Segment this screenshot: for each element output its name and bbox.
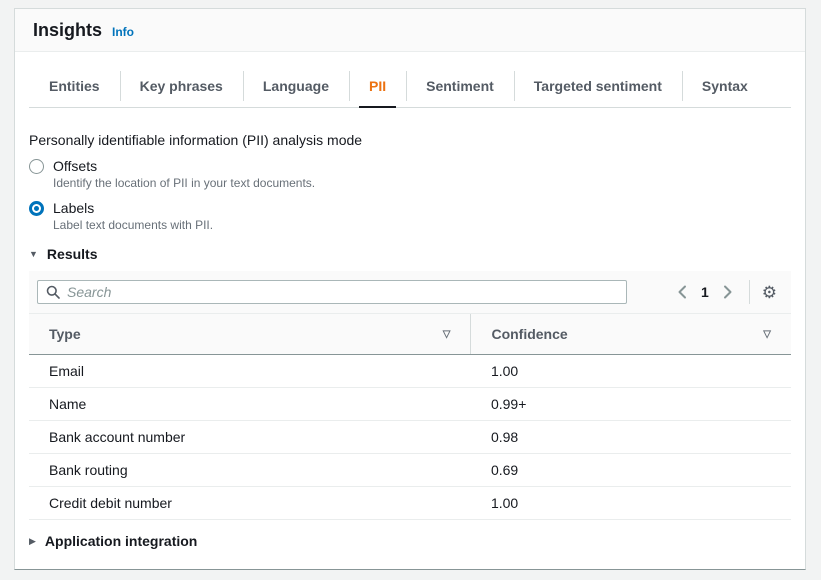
pagination: 1 [671,281,739,303]
cell-type: Bank routing [29,454,471,487]
application-integration-title: Application integration [45,533,197,549]
tab-pii[interactable]: PII [349,65,406,107]
search-input[interactable] [67,284,618,300]
column-confidence-label: Confidence [491,326,567,342]
cell-confidence: 1.00 [471,355,791,388]
results-panel: 1 ⚙ Type ▽ [29,271,791,520]
cell-confidence: 1.00 [471,487,791,520]
info-link[interactable]: Info [112,25,134,39]
table-row: Bank account number 0.98 [29,421,791,454]
radio-offsets-icon[interactable] [29,159,44,174]
panel-header: Insights Info [15,9,805,52]
radio-option-labels[interactable]: Labels Label text documents with PII. [29,200,791,232]
tab-sentiment[interactable]: Sentiment [406,65,514,107]
insights-panel: Insights Info Entities Key phrases Langu… [14,8,806,570]
chevron-right-icon [723,285,733,299]
results-toolbar: 1 ⚙ [29,271,791,314]
cell-confidence: 0.69 [471,454,791,487]
cell-type: Bank account number [29,421,471,454]
toolbar-divider [749,280,750,304]
filter-icon[interactable]: ▽ [443,329,451,340]
next-page-button[interactable] [717,281,739,303]
radio-option-offsets[interactable]: Offsets Identify the location of PII in … [29,158,791,190]
tab-targeted-sentiment[interactable]: Targeted sentiment [514,65,682,107]
page-title: Insights [33,20,102,41]
radio-offsets-label: Offsets [53,158,97,174]
filter-icon[interactable]: ▽ [763,329,771,340]
tab-syntax[interactable]: Syntax [682,65,768,107]
radio-labels-description: Label text documents with PII. [53,218,791,232]
cell-type: Name [29,388,471,421]
radio-labels-icon[interactable] [29,201,44,216]
application-integration-expander[interactable]: ▶ Application integration [29,520,791,561]
gear-icon: ⚙ [762,283,777,302]
table-row: Name 0.99+ [29,388,791,421]
results-table: Type ▽ Confidence ▽ [29,314,791,520]
cell-type: Credit debit number [29,487,471,520]
pii-mode-label: Personally identifiable information (PII… [29,132,791,148]
tab-bar: Entities Key phrases Language PII Sentim… [29,65,791,108]
cell-confidence: 0.99+ [471,388,791,421]
search-icon [46,285,60,299]
column-header-type[interactable]: Type ▽ [29,314,471,355]
previous-page-button[interactable] [671,281,693,303]
caret-down-icon: ▼ [29,250,38,259]
search-box[interactable] [37,280,627,304]
radio-labels-label: Labels [53,200,94,216]
cell-type: Email [29,355,471,388]
tab-entities[interactable]: Entities [29,65,120,107]
results-title: Results [47,246,98,262]
caret-right-icon: ▶ [29,537,36,546]
table-row: Bank routing 0.69 [29,454,791,487]
settings-button[interactable]: ⚙ [760,284,779,301]
radio-offsets-description: Identify the location of PII in your tex… [53,176,791,190]
tab-language[interactable]: Language [243,65,349,107]
chevron-left-icon [677,285,687,299]
cell-confidence: 0.98 [471,421,791,454]
tab-key-phrases[interactable]: Key phrases [120,65,243,107]
current-page-number[interactable]: 1 [697,284,713,300]
table-header-row: Type ▽ Confidence ▽ [29,314,791,355]
table-row: Credit debit number 1.00 [29,487,791,520]
column-type-label: Type [49,326,81,342]
results-expander[interactable]: ▼ Results [29,246,791,262]
column-header-confidence[interactable]: Confidence ▽ [471,314,791,355]
table-row: Email 1.00 [29,355,791,388]
